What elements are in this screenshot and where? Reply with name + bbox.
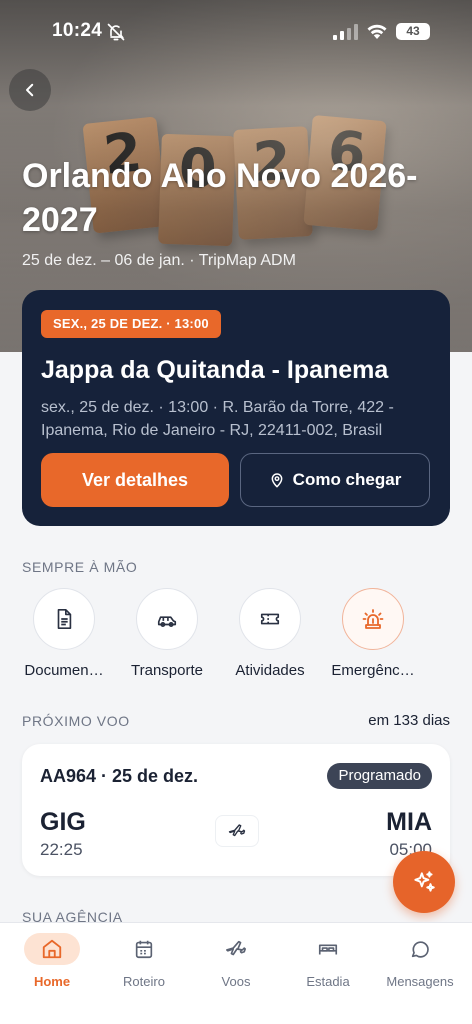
calendar-icon: [135, 940, 153, 959]
sparkles-icon: [414, 871, 435, 892]
quick-activities-label: Atividades: [235, 662, 305, 679]
status-bar: 10:24 43: [0, 20, 472, 44]
flight-card[interactable]: AA964 · 25 de dez. Programado GIG 22:25 …: [22, 744, 450, 876]
event-address: sex., 25 de dez. · 13:00 · R. Barão da T…: [41, 399, 394, 439]
nav-flights-label: Voos: [221, 974, 251, 989]
nav-messages-label: Mensagens: [386, 974, 454, 989]
chat-icon: [411, 941, 429, 958]
flight-status-badge: Programado: [327, 763, 432, 789]
directions-button[interactable]: Como chegar: [240, 453, 430, 507]
battery-icon: 43: [396, 23, 430, 40]
departure-code: GIG: [40, 808, 86, 836]
ticket-icon: [260, 613, 280, 625]
quick-emergency[interactable]: Emergênc…: [323, 588, 423, 679]
arrival-code: MIA: [386, 808, 432, 836]
document-icon: [57, 609, 72, 629]
nav-stay[interactable]: Estadia: [281, 933, 375, 989]
home-icon: [42, 939, 62, 959]
siren-icon: [362, 609, 384, 629]
bed-icon: [318, 944, 338, 955]
map-pin-icon: [271, 473, 283, 488]
chevron-left-icon: [26, 83, 34, 97]
trip-dates: 25 de dez. – 06 de jan. · TripMap ADM: [22, 252, 296, 269]
event-date-badge: SEX., 25 DE DEZ. · 13:00: [41, 310, 221, 338]
status-time: 10:24: [52, 20, 103, 41]
directions-label: Como chegar: [292, 470, 402, 489]
event-name: Jappa da Quitanda - Ipanema: [41, 356, 389, 384]
quick-access-title: SEMPRE À MÃO: [22, 559, 138, 575]
quick-access-row: Documen… Transporte Atividades Emergênc…: [0, 588, 472, 688]
quick-transport-label: Transporte: [131, 662, 203, 679]
bell-muted-icon: [107, 23, 125, 41]
signal-icon: [333, 24, 358, 40]
plane-icon: [226, 940, 246, 956]
next-event-card: SEX., 25 DE DEZ. · 13:00 Jappa da Quitan…: [22, 290, 450, 526]
quick-activities[interactable]: Atividades: [220, 588, 320, 679]
ai-assistant-button[interactable]: [393, 851, 455, 913]
flight-plane-marker: [215, 815, 259, 847]
nav-itinerary-label: Roteiro: [123, 974, 165, 989]
plane-icon: [228, 824, 246, 837]
nav-messages[interactable]: Mensagens: [373, 933, 467, 989]
quick-documents-label: Documen…: [24, 662, 104, 679]
wifi-icon: [367, 24, 387, 39]
next-flight-title: PRÓXIMO VOO: [22, 713, 130, 729]
trip-title: Orlando Ano Novo 2026-2027: [22, 157, 418, 239]
quick-documents[interactable]: Documen…: [14, 588, 114, 679]
back-button[interactable]: [9, 69, 51, 111]
nav-home[interactable]: Home: [5, 933, 99, 989]
bottom-nav: Home Roteiro Voos Estadia Mensagens: [0, 922, 472, 1024]
quick-transport[interactable]: Transporte: [117, 588, 217, 679]
view-details-button[interactable]: Ver detalhes: [41, 453, 229, 507]
nav-itinerary[interactable]: Roteiro: [97, 933, 191, 989]
nav-flights[interactable]: Voos: [189, 933, 283, 989]
quick-emergency-label: Emergênc…: [331, 662, 415, 679]
departure-time: 22:25: [40, 840, 83, 859]
car-icon: [157, 616, 177, 627]
flight-countdown: em 133 dias: [368, 712, 450, 729]
nav-home-label: Home: [33, 974, 71, 989]
nav-stay-label: Estadia: [306, 974, 350, 989]
flight-header: AA964 · 25 de dez.: [40, 766, 199, 786]
